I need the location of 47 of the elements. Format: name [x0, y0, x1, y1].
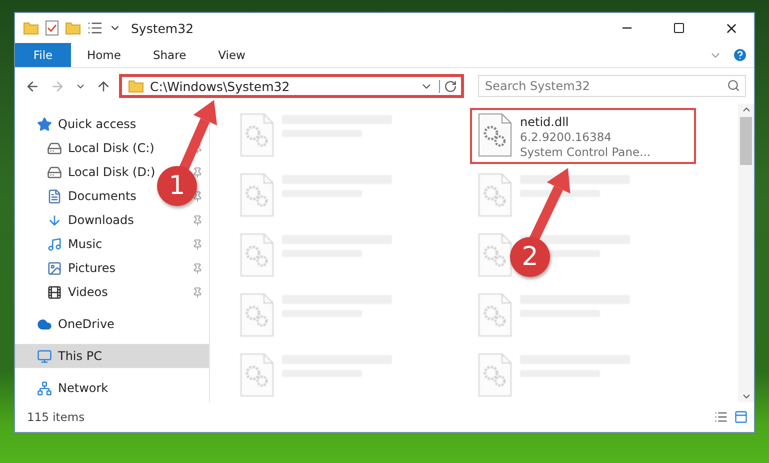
ribbon-tab[interactable]: Share: [136, 43, 202, 67]
nav-item[interactable]: Downloads: [68, 213, 134, 227]
ribbon-tab[interactable]: View: [202, 43, 262, 67]
nav-item[interactable]: Videos: [68, 285, 108, 299]
folder-icon: [128, 78, 144, 94]
drive-icon: [47, 164, 62, 180]
forward-arrow-icon: [50, 78, 65, 94]
properties-icon[interactable]: [87, 20, 103, 36]
nav-item[interactable]: Local Disk (D:): [68, 165, 156, 179]
document-icon: [47, 188, 62, 204]
nav-item[interactable]: This PC: [15, 344, 209, 368]
file-detail: System Control Pane...: [520, 145, 651, 159]
nav-item[interactable]: OneDrive: [58, 317, 114, 331]
checklist-icon[interactable]: [45, 20, 59, 36]
nav-item[interactable]: Network: [58, 381, 108, 395]
large-icons-view-icon[interactable]: [734, 410, 748, 424]
nav-item[interactable]: Quick access: [58, 117, 136, 131]
nav-item[interactable]: Music: [68, 237, 102, 251]
item-count: 115 items: [27, 410, 86, 424]
address-bar[interactable]: C:\Windows\System32: [119, 74, 464, 98]
file-detail: 6.2.9200.16384: [520, 130, 612, 144]
file-item[interactable]: netid.dll 6.2.9200.16384 System Control Pane...: [470, 108, 696, 164]
star-icon: [37, 116, 52, 132]
drive-icon: [47, 140, 62, 156]
nav-item[interactable]: Pictures: [68, 261, 116, 275]
nav-item[interactable]: Documents: [68, 189, 136, 203]
details-view-icon[interactable]: [714, 410, 728, 424]
music-note-icon: [47, 236, 62, 252]
monitor-icon: [37, 348, 52, 364]
nav-item[interactable]: Local Disk (C:): [68, 141, 154, 155]
window-title: System32: [131, 20, 195, 36]
file-name: netid.dll: [520, 115, 570, 129]
search-field[interactable]: Search System32: [478, 75, 746, 97]
help-icon[interactable]: [732, 47, 748, 63]
scrollbar-thumb[interactable]: [740, 117, 752, 165]
cloud-icon: [37, 316, 52, 332]
scrollbar[interactable]: [738, 104, 754, 402]
file-menu-button[interactable]: File: [15, 43, 71, 67]
refresh-icon[interactable]: [439, 80, 457, 92]
download-icon: [47, 212, 62, 228]
film-icon: [47, 284, 62, 300]
gear-document-icon: [478, 113, 512, 157]
search-icon[interactable]: [727, 79, 740, 92]
maximize-icon: [673, 22, 685, 34]
network-icon: [37, 380, 52, 396]
ribbon-tab[interactable]: Home: [71, 43, 137, 67]
picture-icon: [47, 260, 62, 276]
